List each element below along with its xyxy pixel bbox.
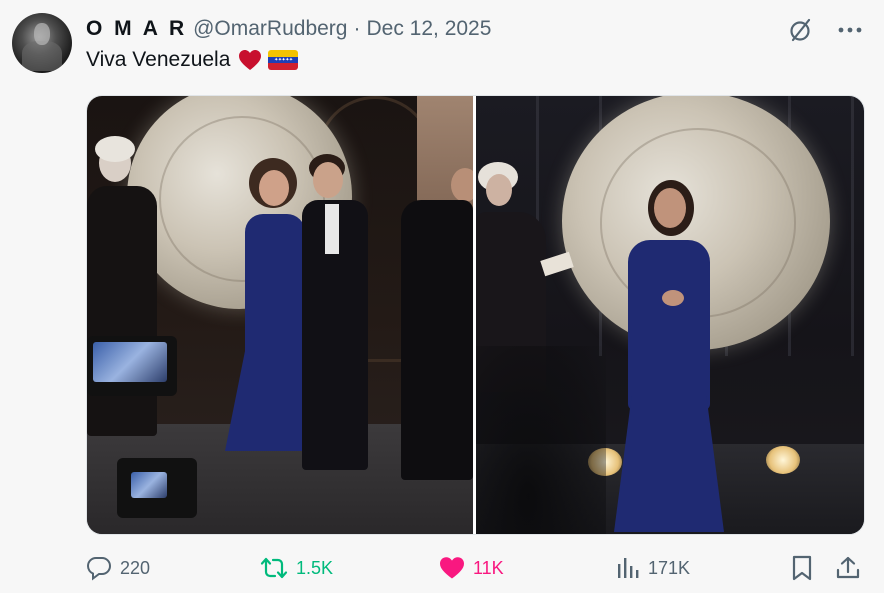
reply-icon [86, 557, 112, 581]
avatar-face-shape [34, 23, 50, 45]
like-button[interactable]: 11K [439, 553, 504, 583]
like-count: 11K [473, 557, 504, 578]
foreground-shadow-shape [476, 346, 606, 534]
stage-light-shape-2 [766, 446, 800, 474]
share-icon [836, 556, 860, 579]
repost-button[interactable]: 1.5K [260, 553, 333, 583]
red-heart-emoji-icon [238, 49, 262, 71]
avatar-arm-shape [22, 41, 62, 71]
camera-shape-2 [117, 458, 197, 518]
avatar[interactable] [12, 13, 72, 73]
media-grid [86, 95, 865, 535]
grok-icon[interactable] [786, 16, 814, 44]
photo-right[interactable] [476, 96, 864, 534]
photo-left[interactable] [87, 96, 473, 534]
venezuela-flag-emoji-icon: ✦✦✦✦✦ [268, 50, 299, 70]
views-count: 171K [648, 557, 691, 578]
bookmark-icon [792, 555, 812, 581]
repost-icon [260, 557, 288, 579]
action-bar: 220 1.5K 11K 171K [86, 553, 864, 583]
heart-icon [440, 557, 464, 579]
camera-shape [87, 336, 177, 396]
tweet-text-content: Viva Venezuela [86, 48, 231, 71]
separator-dot: · [353, 17, 361, 40]
reply-button[interactable]: 220 [86, 553, 150, 583]
share-button[interactable] [836, 553, 860, 583]
display-name[interactable]: O M A R [86, 17, 187, 41]
top-icons [786, 16, 864, 44]
views-icon [618, 558, 639, 578]
tweet-header: O M A R @OmarRudberg · Dec 12, 2025 [86, 16, 491, 42]
repost-count: 1.5K [296, 557, 334, 578]
tweet-text: Viva Venezuela ✦✦✦✦✦ [86, 48, 299, 72]
views-button[interactable]: 171K [616, 553, 690, 583]
more-icon[interactable] [836, 16, 864, 44]
post-date[interactable]: Dec 12, 2025 [366, 17, 491, 41]
reply-count: 220 [120, 557, 151, 578]
bookmark-button[interactable] [791, 553, 813, 583]
user-handle[interactable]: @OmarRudberg [193, 17, 347, 41]
